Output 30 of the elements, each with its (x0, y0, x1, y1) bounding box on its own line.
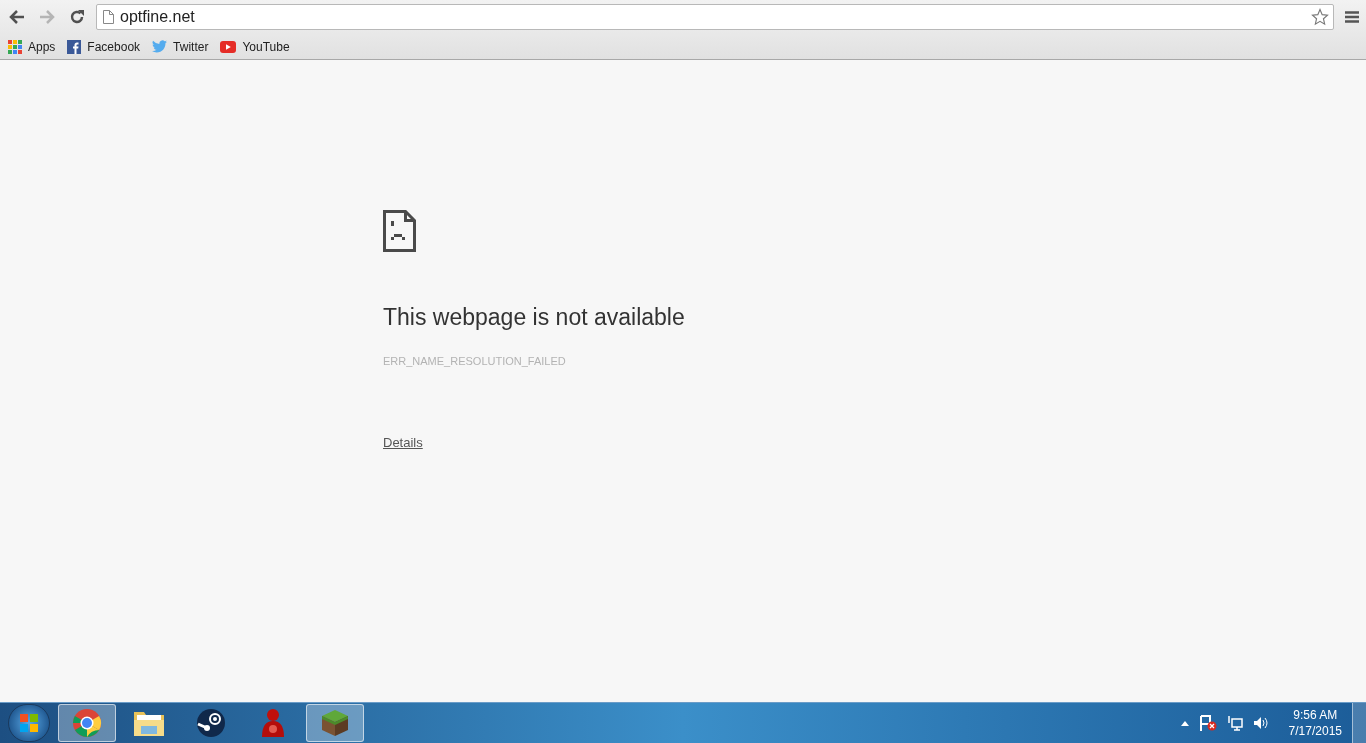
sad-page-icon (383, 210, 416, 252)
bird-icon (152, 40, 168, 53)
clock[interactable]: 9:56 AM 7/17/2015 (1288, 707, 1342, 739)
star-icon[interactable] (1311, 8, 1329, 26)
error-code: ERR_NAME_RESOLUTION_FAILED (383, 353, 566, 369)
grid-icon (8, 39, 22, 54)
details-link[interactable]: Details (383, 433, 423, 453)
flag-error-icon[interactable] (1198, 715, 1217, 731)
error-title: This webpage is not available (383, 303, 685, 332)
bookmark-link[interactable]: Apps (8, 37, 56, 56)
clock-date: 7/17/2015 (1288, 723, 1342, 739)
play-logo-icon (220, 40, 237, 53)
show-hidden-icons-caret-icon[interactable] (1180, 720, 1189, 726)
url-text: optfine.net (120, 7, 196, 27)
bookmark-link[interactable]: Twitter (152, 37, 209, 56)
speaker-icon[interactable] (1252, 716, 1269, 730)
address-bar[interactable]: optfine.net (96, 4, 1334, 30)
windows-logo-icon (19, 713, 39, 733)
bookmark-link[interactable]: Facebook (67, 37, 141, 56)
clock-time: 9:56 AM (1293, 707, 1338, 723)
figure-icon (260, 707, 286, 739)
chrome-logo-icon (72, 708, 102, 738)
bookmark-link[interactable]: YouTube (220, 37, 290, 56)
f-logo-icon (67, 39, 82, 54)
start-button[interactable] (8, 704, 50, 742)
taskbar-app-button[interactable] (306, 704, 364, 742)
grass-block-icon (320, 708, 350, 738)
network-icon[interactable] (1226, 715, 1243, 731)
page-icon (103, 10, 114, 24)
steam-logo-icon (196, 708, 226, 738)
